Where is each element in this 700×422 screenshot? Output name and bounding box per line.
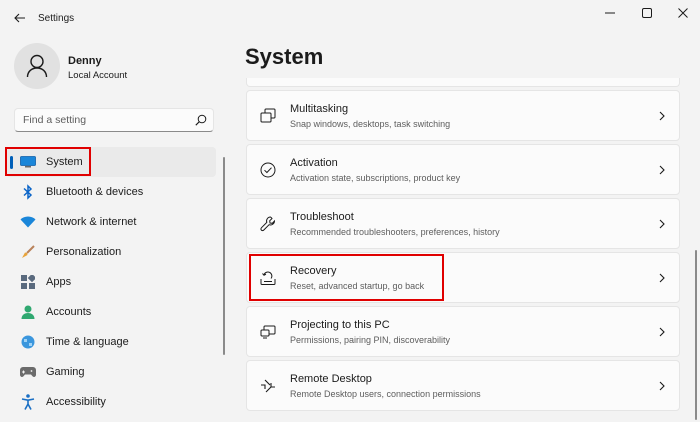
card-title: Remote Desktop bbox=[290, 373, 372, 385]
projecting-icon bbox=[259, 323, 277, 341]
card-subtitle: Remote Desktop users, connection permiss… bbox=[290, 389, 481, 399]
sidebar-item-label: System bbox=[46, 156, 83, 168]
chevron-right-icon bbox=[657, 217, 667, 231]
chevron-right-icon bbox=[657, 163, 667, 177]
sidebar-item-time-language[interactable]: Time & language bbox=[6, 327, 216, 357]
apps-icon bbox=[20, 274, 36, 290]
chevron-right-icon bbox=[657, 271, 667, 285]
sidebar-item-accessibility[interactable]: Accessibility bbox=[6, 387, 216, 417]
close-button[interactable] bbox=[663, 0, 700, 26]
user-icon bbox=[26, 54, 48, 78]
sidebar-item-label: Network & internet bbox=[46, 216, 137, 228]
sidebar-item-label: Apps bbox=[46, 276, 72, 288]
card-subtitle: Recommended troubleshooters, preferences… bbox=[290, 227, 500, 237]
search-icon[interactable] bbox=[195, 114, 207, 126]
multitasking-icon bbox=[259, 107, 277, 125]
minimize-icon bbox=[605, 12, 615, 14]
system-icon bbox=[20, 154, 36, 170]
card-subtitle: Reset, advanced startup, go back bbox=[290, 281, 425, 291]
title-bar: Settings bbox=[0, 0, 700, 36]
accessibility-icon bbox=[20, 394, 36, 410]
sidebar-item-network-internet[interactable]: Network & internet bbox=[6, 207, 216, 237]
sidebar-item-label: Bluetooth & devices bbox=[46, 186, 144, 198]
card-title: Troubleshoot bbox=[290, 211, 354, 223]
sidebar-item-label: Personalization bbox=[46, 246, 122, 258]
card-title: Recovery bbox=[290, 265, 337, 277]
bluetooth-icon bbox=[20, 184, 36, 200]
sidebar-item-label: Gaming bbox=[46, 366, 85, 378]
globe-icon bbox=[20, 334, 36, 350]
sidebar-nav: System Bluetooth & devices Network & int… bbox=[6, 147, 216, 417]
settings-cards: Multitasking Snap windows, desktops, tas… bbox=[246, 90, 680, 414]
window-title: Settings bbox=[38, 13, 75, 24]
user-profile[interactable]: Denny Local Account bbox=[14, 43, 234, 89]
card-title: Projecting to this PC bbox=[290, 319, 390, 331]
card-subtitle: Permissions, pairing PIN, discoverabilit… bbox=[290, 335, 451, 345]
maximize-icon bbox=[642, 8, 652, 18]
wrench-icon bbox=[259, 215, 277, 233]
sidebar-item-label: Time & language bbox=[46, 336, 129, 348]
card-title: Multitasking bbox=[290, 103, 349, 115]
card-projecting-to-this-pc[interactable]: Projecting to this PC Permissions, pairi… bbox=[246, 306, 680, 357]
card-remote-desktop[interactable]: Remote Desktop Remote Desktop users, con… bbox=[246, 360, 680, 411]
gamepad-icon bbox=[20, 364, 36, 380]
user-name: Denny bbox=[68, 55, 102, 67]
minimize-button[interactable] bbox=[590, 0, 630, 26]
main-scrollbar[interactable] bbox=[695, 250, 697, 420]
back-arrow-icon bbox=[14, 13, 25, 23]
card-recovery[interactable]: Recovery Reset, advanced startup, go bac… bbox=[246, 252, 680, 303]
sidebar-item-personalization[interactable]: Personalization bbox=[6, 237, 216, 267]
active-indicator bbox=[10, 156, 13, 169]
card-activation[interactable]: Activation Activation state, subscriptio… bbox=[246, 144, 680, 195]
card-multitasking[interactable]: Multitasking Snap windows, desktops, tas… bbox=[246, 90, 680, 141]
sidebar-item-gaming[interactable]: Gaming bbox=[6, 357, 216, 387]
card-subtitle: Activation state, subscriptions, product… bbox=[290, 173, 461, 183]
remote-desktop-icon bbox=[259, 377, 277, 395]
close-icon bbox=[678, 8, 688, 18]
wifi-icon bbox=[20, 214, 36, 230]
sidebar-item-accounts[interactable]: Accounts bbox=[6, 297, 216, 327]
sidebar-item-system[interactable]: System bbox=[6, 147, 216, 177]
chevron-right-icon bbox=[657, 379, 667, 393]
activation-icon bbox=[259, 161, 277, 179]
maximize-button[interactable] bbox=[627, 0, 667, 26]
sidebar-scrollbar[interactable] bbox=[223, 157, 225, 355]
sidebar-item-label: Accounts bbox=[46, 306, 92, 318]
sidebar-item-bluetooth-devices[interactable]: Bluetooth & devices bbox=[6, 177, 216, 207]
card-title: Activation bbox=[290, 157, 338, 169]
card-partial bbox=[246, 78, 680, 87]
search-input[interactable] bbox=[14, 108, 214, 132]
sidebar-item-label: Accessibility bbox=[46, 396, 106, 408]
brush-icon bbox=[20, 244, 36, 260]
chevron-right-icon bbox=[657, 325, 667, 339]
back-button[interactable] bbox=[8, 6, 32, 30]
account-type: Local Account bbox=[68, 70, 128, 81]
card-subtitle: Snap windows, desktops, task switching bbox=[290, 119, 451, 129]
accounts-icon bbox=[20, 304, 36, 320]
card-troubleshoot[interactable]: Troubleshoot Recommended troubleshooters… bbox=[246, 198, 680, 249]
page-title: System bbox=[245, 44, 324, 69]
chevron-right-icon bbox=[657, 109, 667, 123]
sidebar-item-apps[interactable]: Apps bbox=[6, 267, 216, 297]
recovery-icon bbox=[259, 269, 277, 287]
avatar bbox=[14, 43, 60, 89]
